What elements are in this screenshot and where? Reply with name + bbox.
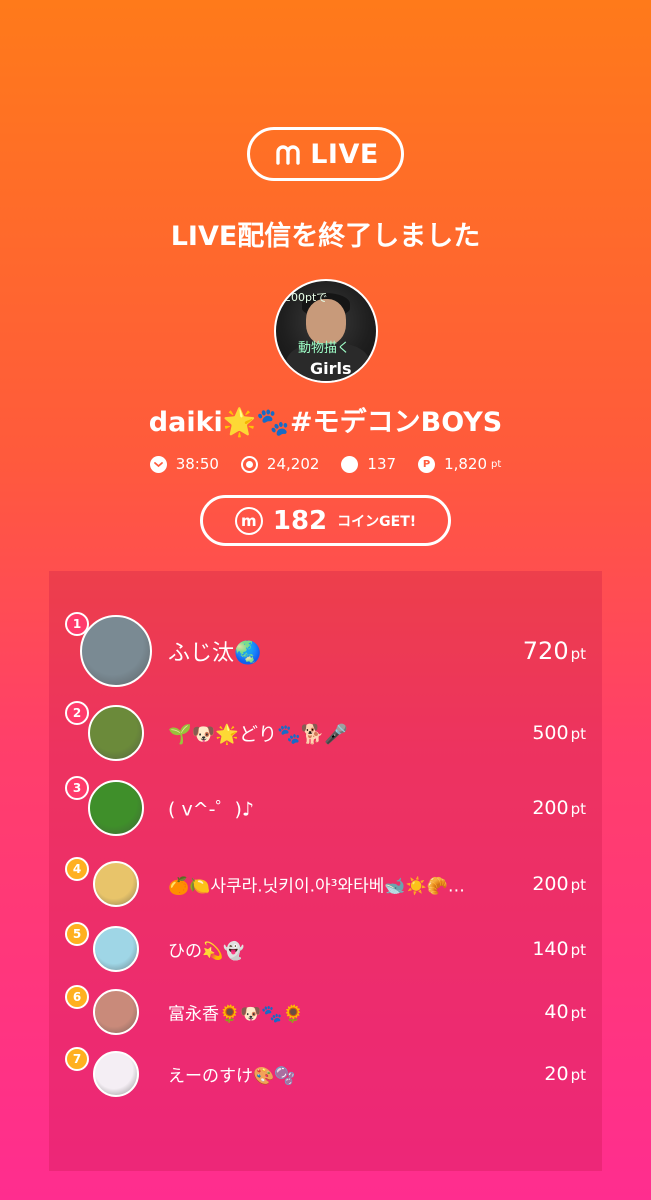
ranking-points: 200 pt — [532, 797, 586, 819]
ranking-panel: 1 ふじ汰🌏 720 pt 2 🌱🐶🌟どり🐾🐕🎤 500 pt 3( v^-゜)♪ 200 pt 4 🍊… — [49, 571, 602, 1171]
duration-value: 38:50 — [175, 455, 219, 473]
duration-stat: 38:50 — [149, 455, 219, 473]
live-logo-text: LIVE — [310, 138, 379, 170]
ranking-points-unit: pt — [570, 800, 586, 818]
coin-get-badge: m 182 コインGET! — [200, 495, 451, 546]
ranking-row[interactable]: 1 ふじ汰🌏 720 pt — [49, 612, 602, 687]
clock-icon — [149, 455, 167, 473]
ranking-points: 20 pt — [544, 1063, 586, 1085]
ranking-avatar[interactable] — [88, 705, 144, 761]
ranking-name: 🍊🍋사쿠라.닛키이.아³와타베🐋☀️🥐… — [168, 876, 465, 897]
stats-bar: 38:50 24,202 137 P 1,820 pt — [0, 455, 651, 473]
ranking-points-unit: pt — [570, 1066, 586, 1084]
ranking-points: 40 pt — [544, 1001, 586, 1023]
ranking-row[interactable]: 4 🍊🍋사쿠라.닛키이.아³와타베🐋☀️🥐… 200 pt — [49, 856, 602, 912]
ranking-points-unit: pt — [570, 645, 586, 663]
live-logo-badge: LIVE — [247, 127, 404, 181]
ranking-name: ふじ汰🌏 — [168, 641, 262, 666]
comments-stat: 137 — [341, 455, 396, 473]
page-title: LIVE配信を終了しました — [170, 221, 481, 252]
ranking-avatar[interactable] — [93, 1051, 139, 1097]
viewers-stat: 24,202 — [240, 455, 320, 473]
ranking-points-value: 140 — [532, 938, 569, 960]
ranking-name: えーのすけ🎨🫧 — [168, 1066, 296, 1087]
coin-label: コインGET! — [337, 513, 417, 530]
points-value: 1,820 — [444, 455, 488, 473]
coin-icon: m — [234, 506, 263, 535]
ranking-points-value: 20 — [544, 1063, 569, 1085]
ranking-row[interactable]: 2 🌱🐶🌟どり🐾🐕🎤 500 pt — [49, 701, 602, 761]
points-unit: pt — [491, 458, 502, 470]
ranking-points: 140 pt — [532, 938, 586, 960]
ranking-points-value: 40 — [544, 1001, 569, 1023]
ranking-avatar[interactable] — [88, 780, 144, 836]
streamer-avatar[interactable]: 200ptで 動物描く Girls — [274, 279, 378, 383]
ranking-name: 🌱🐶🌟どり🐾🐕🎤 — [168, 723, 348, 746]
ranking-name: ( v^-゜)♪ — [168, 798, 255, 821]
viewers-icon — [240, 455, 258, 473]
points-p-icon: P — [418, 455, 436, 473]
rank-badge: 7 — [65, 1047, 89, 1071]
rank-badge: 1 — [65, 612, 89, 636]
rank-badge: 4 — [65, 857, 89, 881]
m-logo-icon — [276, 145, 300, 165]
ranking-points-unit: pt — [570, 941, 586, 959]
avatar-caption: Girls — [310, 359, 352, 378]
rank-badge: 6 — [65, 985, 89, 1009]
ranking-row[interactable]: 7 えーのすけ🎨🫧 20 pt — [49, 1046, 602, 1102]
ranking-row[interactable]: 5 ひの💫👻 140 pt — [49, 921, 602, 977]
ranking-points-unit: pt — [570, 1004, 586, 1022]
ranking-points: 200 pt — [532, 873, 586, 895]
ranking-points-value: 500 — [532, 722, 569, 744]
ranking-points-unit: pt — [570, 876, 586, 894]
rank-badge: 3 — [65, 776, 89, 800]
streamer-name[interactable]: daiki🌟🐾#モデコンBOYS — [0, 400, 651, 439]
ranking-points-value: 200 — [532, 797, 569, 819]
ranking-row[interactable]: 3 ( v^-゜)♪ 200 pt — [49, 776, 602, 836]
rank-badge: 5 — [65, 922, 89, 946]
ranking-avatar[interactable] — [93, 926, 139, 972]
ranking-points: 500 pt — [532, 722, 586, 744]
avatar-caption: 200ptで — [284, 291, 328, 304]
ranking-avatar[interactable] — [93, 861, 139, 907]
ranking-row[interactable]: 6 富永香🌻🐶🐾🌻 40 pt — [49, 984, 602, 1040]
ranking-points-unit: pt — [570, 725, 586, 743]
ranking-name: ひの💫👻 — [168, 941, 245, 962]
ranking-points-value: 200 — [532, 873, 569, 895]
points-stat: P 1,820 pt — [418, 455, 501, 473]
comment-icon — [341, 455, 359, 473]
ranking-avatar[interactable] — [80, 615, 152, 687]
rank-badge: 2 — [65, 701, 89, 725]
coin-count: 182 — [272, 505, 328, 536]
avatar-caption: 動物描く — [298, 341, 351, 356]
ranking-points: 720 pt — [523, 637, 586, 665]
comments-value: 137 — [367, 455, 397, 473]
viewers-value: 24,202 — [266, 455, 320, 473]
ranking-avatar[interactable] — [93, 989, 139, 1035]
ranking-name: 富永香🌻🐶🐾🌻 — [168, 1004, 304, 1025]
ranking-points-value: 720 — [522, 637, 569, 665]
